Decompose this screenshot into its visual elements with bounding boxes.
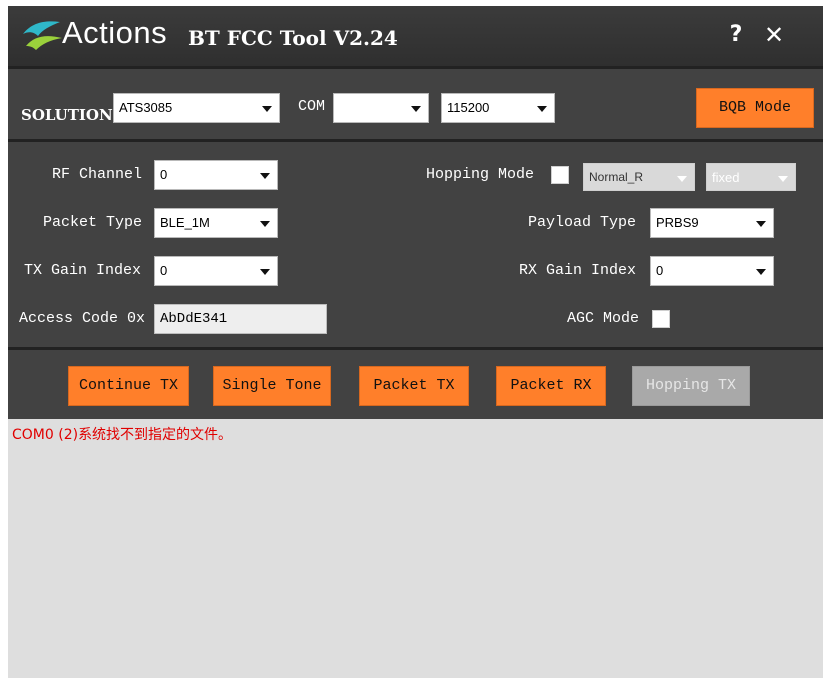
rx-gain-index-label: RX Gain Index <box>519 262 637 279</box>
hopping-mode-checkbox[interactable] <box>551 166 569 184</box>
chevron-down-icon <box>756 221 766 227</box>
app-window: Actions BT FCC Tool V2.24 ? ✕ SOLUTION A… <box>8 6 823 678</box>
access-code-input[interactable]: AbDdE341 <box>154 304 327 334</box>
rf-settings-panel: RF Channel 0 Hopping Mode Normal_R fixed… <box>8 142 823 347</box>
rx-gain-index-value: 0 <box>656 263 664 278</box>
chevron-down-icon <box>411 106 421 112</box>
hopping-type-select[interactable]: fixed <box>706 163 796 191</box>
agc-mode-checkbox[interactable] <box>652 310 670 328</box>
chevron-down-icon <box>677 176 687 182</box>
hopping-tx-button: Hopping TX <box>632 366 750 406</box>
access-code-label: Access Code 0x <box>19 310 146 327</box>
packet-tx-button[interactable]: Packet TX <box>359 366 469 406</box>
chevron-down-icon <box>778 176 788 182</box>
tx-gain-index-label: TX Gain Index <box>24 262 142 279</box>
single-tone-button[interactable]: Single Tone <box>213 366 331 406</box>
tx-gain-index-select[interactable]: 0 <box>154 256 278 286</box>
brand-name: Actions <box>62 15 168 50</box>
payload-type-select[interactable]: PRBS9 <box>650 208 774 238</box>
com-label: COM <box>298 98 326 115</box>
app-title: BT FCC Tool V2.24 <box>188 26 398 50</box>
chevron-down-icon <box>537 106 547 112</box>
title-bar[interactable]: Actions BT FCC Tool V2.24 ? ✕ <box>8 6 823 66</box>
packet-type-value: BLE_1M <box>160 215 210 230</box>
packet-type-label: Packet Type <box>43 214 143 231</box>
agc-mode-label: AGC Mode <box>567 310 640 327</box>
action-bar: Continue TX Single Tone Packet TX Packet… <box>8 350 823 419</box>
hopping-pattern-select[interactable]: Normal_R <box>583 163 695 191</box>
hopping-mode-label: Hopping Mode <box>426 166 535 183</box>
rx-gain-index-select[interactable]: 0 <box>650 256 774 286</box>
chevron-down-icon <box>260 173 270 179</box>
chevron-down-icon <box>260 221 270 227</box>
rf-channel-value: 0 <box>160 167 168 182</box>
solution-select[interactable]: ATS3085 <box>113 93 280 123</box>
payload-type-value: PRBS9 <box>656 215 699 230</box>
packet-type-select[interactable]: BLE_1M <box>154 208 278 238</box>
hopping-type-value: fixed <box>712 170 740 185</box>
baud-rate-value: 115200 <box>447 100 490 115</box>
packet-rx-button[interactable]: Packet RX <box>496 366 606 406</box>
log-line: COM0 (2)系统找不到指定的文件。 <box>12 427 233 443</box>
solution-bar: SOLUTION ATS3085 COM 115200 BQB Mode <box>8 69 823 139</box>
payload-type-label: Payload Type <box>528 214 637 231</box>
solution-value: ATS3085 <box>119 100 173 115</box>
chevron-down-icon <box>262 106 272 112</box>
rf-channel-select[interactable]: 0 <box>154 160 278 190</box>
actions-logo-icon <box>23 21 62 50</box>
rf-channel-label: RF Channel <box>52 166 143 183</box>
solution-label: SOLUTION <box>21 106 113 124</box>
log-output[interactable]: COM0 (2)系统找不到指定的文件。 <box>8 419 823 678</box>
close-icon[interactable]: ✕ <box>761 21 787 49</box>
tx-gain-index-value: 0 <box>160 263 168 278</box>
chevron-down-icon <box>260 269 270 275</box>
continue-tx-button[interactable]: Continue TX <box>68 366 189 406</box>
baud-rate-select[interactable]: 115200 <box>441 93 555 123</box>
bqb-mode-button[interactable]: BQB Mode <box>696 88 814 128</box>
hopping-pattern-value: Normal_R <box>589 170 644 184</box>
help-icon[interactable]: ? <box>725 21 747 49</box>
com-port-select[interactable] <box>333 93 429 123</box>
chevron-down-icon <box>756 269 766 275</box>
